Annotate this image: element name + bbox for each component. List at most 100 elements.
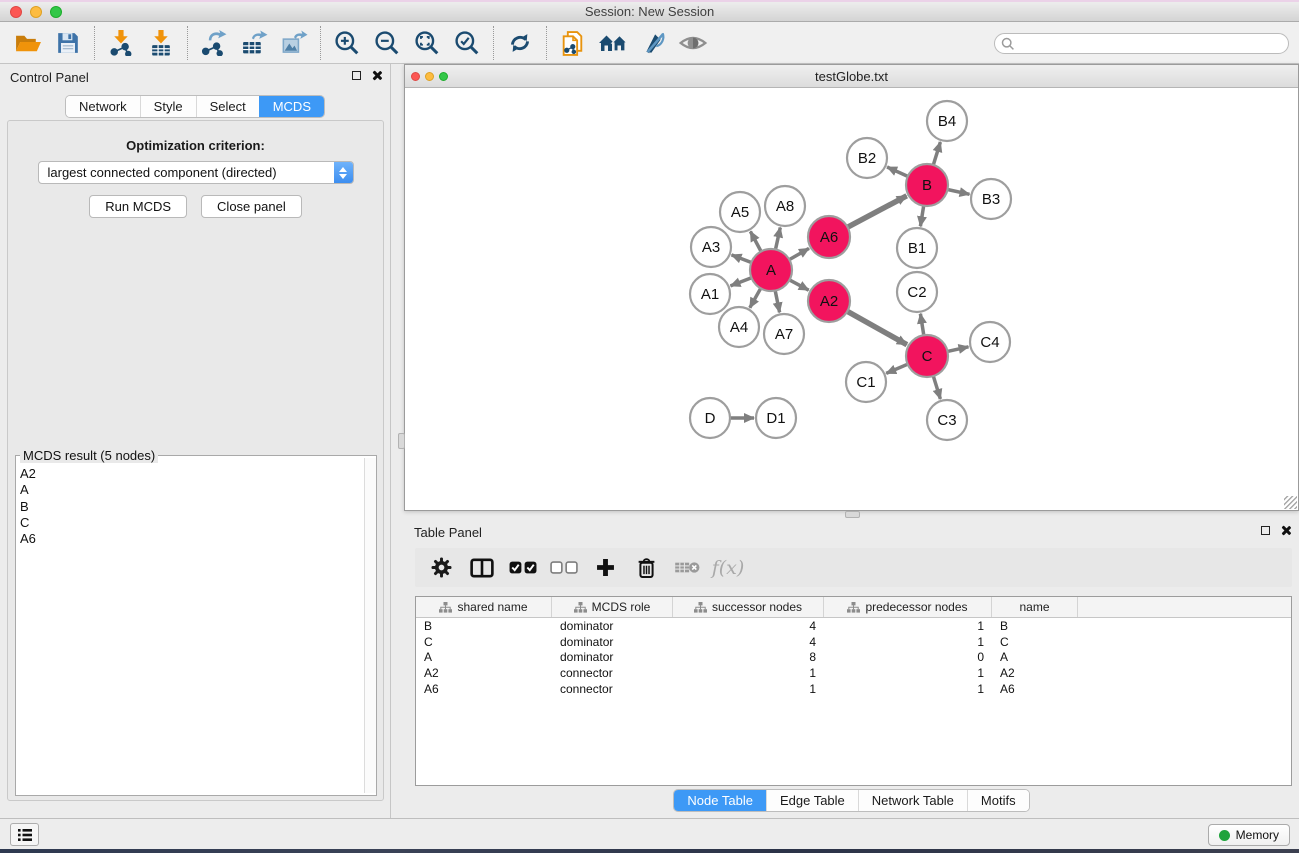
- tab-network-table[interactable]: Network Table: [858, 790, 967, 811]
- graph-node-D1[interactable]: D1: [756, 398, 796, 438]
- graph-node-B2[interactable]: B2: [847, 138, 887, 178]
- add-row-button[interactable]: [589, 553, 621, 583]
- table-row[interactable]: A2connector11A2: [416, 665, 1291, 681]
- close-table-panel-icon[interactable]: [1280, 525, 1291, 536]
- column-header-successor-nodes[interactable]: successor nodes: [673, 597, 824, 617]
- task-history-button[interactable]: [10, 823, 39, 846]
- deselect-all-button[interactable]: [548, 553, 580, 583]
- graph-node-C1[interactable]: C1: [846, 362, 886, 402]
- tab-style[interactable]: Style: [140, 96, 196, 117]
- delete-row-button[interactable]: [630, 553, 662, 583]
- result-scrollbar[interactable]: [364, 458, 376, 793]
- minimize-window-button[interactable]: [30, 6, 42, 18]
- zoom-selected-button[interactable]: [447, 26, 487, 60]
- graph-node-A6[interactable]: A6: [808, 216, 850, 258]
- close-window-button[interactable]: [10, 6, 22, 18]
- graph-edge-A-A1[interactable]: [731, 278, 752, 286]
- network-window-titlebar[interactable]: testGlobe.txt: [405, 65, 1298, 88]
- mcds-result-item[interactable]: C: [20, 515, 363, 531]
- graph-edge-B-B2[interactable]: [887, 167, 908, 176]
- select-all-button[interactable]: [507, 553, 539, 583]
- window-resize-grip[interactable]: [1284, 496, 1297, 509]
- graph-edge-B-B4[interactable]: [933, 142, 940, 165]
- run-mcds-button[interactable]: Run MCDS: [89, 195, 187, 218]
- search-input[interactable]: [1015, 35, 1288, 52]
- mcds-result-item[interactable]: A2: [20, 466, 363, 482]
- graph-node-A7[interactable]: A7: [764, 314, 804, 354]
- table-settings-button[interactable]: [425, 553, 457, 583]
- graph-edge-A-A6[interactable]: [789, 248, 809, 259]
- graph-edge-A-A8[interactable]: [776, 228, 781, 250]
- zoom-out-button[interactable]: [367, 26, 407, 60]
- delete-table-button[interactable]: [671, 553, 703, 583]
- import-table-button[interactable]: [141, 26, 181, 60]
- graph-node-C3[interactable]: C3: [927, 400, 967, 440]
- minimize-network-window-button[interactable]: [425, 72, 434, 81]
- table-row[interactable]: A6connector11A6: [416, 681, 1291, 697]
- graph-edge-B-B1[interactable]: [920, 206, 923, 227]
- graph-node-A5[interactable]: A5: [720, 192, 760, 232]
- graph-edge-C-C1[interactable]: [886, 364, 908, 373]
- function-builder-button[interactable]: f(x): [712, 553, 744, 583]
- tab-network[interactable]: Network: [66, 96, 140, 117]
- graph-edge-A2-C[interactable]: [847, 311, 907, 344]
- graph-edge-A-A3[interactable]: [732, 255, 752, 263]
- graph-edge-B-B3[interactable]: [948, 190, 970, 195]
- zoom-network-window-button[interactable]: [439, 72, 448, 81]
- graph-node-B1[interactable]: B1: [897, 228, 937, 268]
- graph-node-B[interactable]: B: [906, 164, 948, 206]
- graph-node-C[interactable]: C: [906, 335, 948, 377]
- graph-edge-A-A7[interactable]: [775, 291, 779, 313]
- column-header-predecessor-nodes[interactable]: predecessor nodes: [824, 597, 992, 617]
- graph-edge-A-A5[interactable]: [750, 231, 761, 251]
- zoom-fit-button[interactable]: [407, 26, 447, 60]
- graph-node-C4[interactable]: C4: [970, 322, 1010, 362]
- refresh-button[interactable]: [500, 26, 540, 60]
- close-network-window-button[interactable]: [411, 72, 420, 81]
- memory-button[interactable]: Memory: [1208, 824, 1290, 846]
- close-panel-icon[interactable]: [371, 70, 382, 81]
- graph-node-A3[interactable]: A3: [691, 227, 731, 267]
- show-column-button[interactable]: [466, 553, 498, 583]
- close-panel-button[interactable]: Close panel: [201, 195, 302, 218]
- column-header-name[interactable]: name: [992, 597, 1078, 617]
- float-panel-icon[interactable]: [352, 71, 361, 80]
- tab-select[interactable]: Select: [196, 96, 259, 117]
- graph-node-A2[interactable]: A2: [808, 280, 850, 322]
- graph-node-A8[interactable]: A8: [765, 186, 805, 226]
- table-row[interactable]: Adominator80A: [416, 650, 1291, 666]
- table-row[interactable]: Bdominator41B: [416, 618, 1291, 634]
- tab-node-table[interactable]: Node Table: [674, 790, 766, 811]
- network-canvas[interactable]: B4B2BB3A5A8A6B1A3AC2A1A2A4A7C4CC1C3DD1: [405, 88, 1298, 510]
- column-header-MCDS-role[interactable]: MCDS role: [552, 597, 673, 617]
- import-network-button[interactable]: [101, 26, 141, 60]
- graph-edge-A-A2[interactable]: [790, 280, 809, 290]
- graph-node-B3[interactable]: B3: [971, 179, 1011, 219]
- save-session-button[interactable]: [48, 26, 88, 60]
- table-row[interactable]: Cdominator41C: [416, 634, 1291, 650]
- export-table-button[interactable]: [234, 26, 274, 60]
- copy-session-button[interactable]: [553, 26, 593, 60]
- vertical-splitter-handle[interactable]: [398, 433, 405, 449]
- graph-node-A1[interactable]: A1: [690, 274, 730, 314]
- mcds-result-item[interactable]: A6: [20, 531, 363, 547]
- mcds-result-item[interactable]: A: [20, 482, 363, 498]
- graph-node-D[interactable]: D: [690, 398, 730, 438]
- zoom-in-button[interactable]: [327, 26, 367, 60]
- tab-edge-table[interactable]: Edge Table: [766, 790, 858, 811]
- search-box[interactable]: [994, 33, 1289, 54]
- zoom-window-button[interactable]: [50, 6, 62, 18]
- horizontal-splitter-handle[interactable]: [845, 511, 860, 518]
- export-network-button[interactable]: [194, 26, 234, 60]
- hide-graphics-details-button[interactable]: [633, 26, 673, 60]
- tab-mcds[interactable]: MCDS: [259, 96, 324, 117]
- home-button[interactable]: [593, 26, 633, 60]
- open-file-button[interactable]: [8, 26, 48, 60]
- graph-edge-C-C3[interactable]: [933, 376, 940, 399]
- graph-node-B4[interactable]: B4: [927, 101, 967, 141]
- show-view-button[interactable]: [673, 26, 713, 60]
- float-table-panel-icon[interactable]: [1261, 526, 1270, 535]
- graph-node-A4[interactable]: A4: [719, 307, 759, 347]
- column-header-shared-name[interactable]: shared name: [416, 597, 552, 617]
- graph-node-A[interactable]: A: [750, 249, 792, 291]
